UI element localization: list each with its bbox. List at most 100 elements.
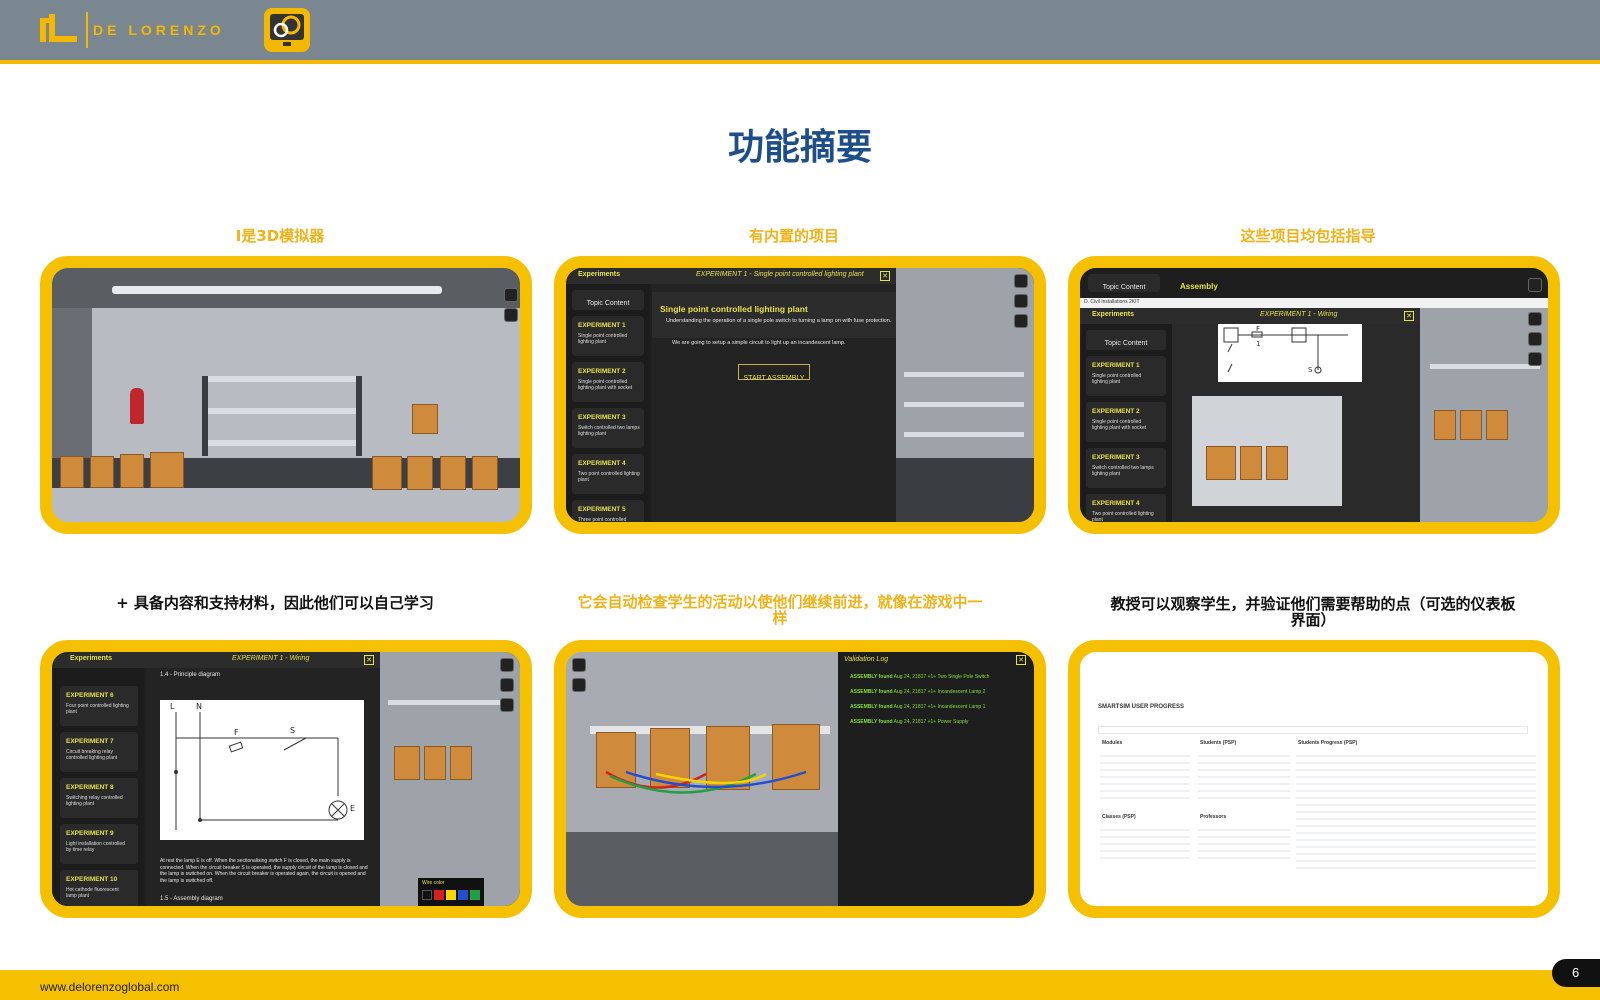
shelf-post <box>202 376 208 456</box>
experiments-back-link[interactable]: Experiments <box>1092 311 1134 318</box>
globe-icon[interactable] <box>500 658 514 672</box>
chart-icon[interactable] <box>500 678 514 692</box>
close-icon[interactable]: ✕ <box>1404 311 1414 321</box>
wire-color-green[interactable] <box>470 890 480 900</box>
ceiling-lamp <box>112 286 442 294</box>
component-module <box>1240 446 1262 480</box>
experiment-title: EXPERIMENT 7 <box>66 738 114 745</box>
sidebar-item-experiment-6[interactable]: EXPERIMENT 6 Four point controlled light… <box>60 686 138 726</box>
topic-heading: Single point controlled lighting plant <box>660 304 808 314</box>
component-module <box>407 456 433 490</box>
log-entry: ASSEMBLY found Aug 24, 21817 +1+ Two Sin… <box>850 674 989 680</box>
component-module <box>150 452 184 488</box>
experiment-title: EXPERIMENT 8 <box>66 784 114 791</box>
sidebar-item-experiment-8[interactable]: EXPERIMENT 8 Switching relay controlled … <box>60 778 138 818</box>
wire-color-red[interactable] <box>434 890 444 900</box>
window-titlebar: D. Civil Installations 2KIT <box>1080 298 1548 308</box>
help-icon[interactable] <box>500 698 514 712</box>
caption-guidance: 这些项目均包括指导 <box>1240 227 1376 245</box>
sidebar-item-experiment-2[interactable]: EXPERIMENT 2 Single point controlled lig… <box>572 362 644 402</box>
header-accent-line <box>0 60 1600 64</box>
sidebar-item-experiment-4[interactable]: EXPERIMENT 4 Two point controlled lighti… <box>572 454 644 494</box>
shelf <box>202 408 362 414</box>
diagram-label-e: E <box>350 804 356 813</box>
sidebar-item-experiment-2[interactable]: EXPERIMENT 2 Single point controlled lig… <box>1086 402 1166 442</box>
sidebar-item-experiment-9[interactable]: EXPERIMENT 9 Light installation controll… <box>60 824 138 864</box>
topic-body: We are going to setup a simple circuit t… <box>672 340 846 346</box>
experiment-desc: Circuit breaking relay controlled lighti… <box>66 749 118 761</box>
experiment-desc: Switch controlled two lamps lighting pla… <box>578 425 640 437</box>
sidebar-item-experiment-1[interactable]: EXPERIMENT 1 Single point controlled lig… <box>1086 356 1166 396</box>
close-icon[interactable]: ✕ <box>880 271 890 281</box>
students-table-title: Students (PSP) <box>1200 740 1237 746</box>
close-icon[interactable]: ✕ <box>364 655 374 665</box>
wire-color-yellow[interactable] <box>446 890 456 900</box>
assembly-3d-view <box>1192 396 1342 506</box>
experiment-desc: Three point controlled <box>578 517 627 523</box>
shelf <box>904 372 1024 377</box>
topic-content-button[interactable]: Topic Content <box>1086 330 1166 350</box>
experiment-desc: Two point controlled lighting plant <box>578 471 640 483</box>
book-icon[interactable] <box>572 678 586 692</box>
dashboard-filter-bar[interactable] <box>1098 726 1528 734</box>
cube-icon[interactable] <box>572 658 586 672</box>
experiment-title: EXPERIMENT 2 <box>578 368 626 375</box>
topic-content-button[interactable]: Topic Content <box>572 290 644 310</box>
component-module <box>372 456 402 490</box>
caption-builtin-projects: 有内置的项目 <box>748 227 839 245</box>
log-entry-date: Aug 24, 21817 <box>893 704 927 710</box>
progress-table <box>1296 750 1536 870</box>
wire-color-black[interactable] <box>422 890 432 900</box>
smartsim-gear-icon <box>264 8 310 52</box>
chart-icon[interactable] <box>1528 278 1542 292</box>
progress-table-title: Students Progress (PSP) <box>1298 740 1358 746</box>
experiment-title: EXPERIMENT 1 <box>1092 362 1140 369</box>
sidebar-item-experiment-4[interactable]: EXPERIMENT 4 Two point controlled lighti… <box>1086 494 1166 522</box>
help-icon[interactable] <box>1528 352 1542 366</box>
chart-icon[interactable] <box>504 308 518 322</box>
wiring-diagram: F 1 S <box>1218 324 1362 382</box>
logo-separator <box>86 12 88 48</box>
component-module <box>412 404 438 434</box>
start-assembly-button[interactable]: START ASSEMBLY <box>738 364 810 382</box>
topic-content-area: Single point controlled lighting plant U… <box>652 284 896 522</box>
wire-color-picker: Wire color <box>418 878 484 906</box>
sidebar-item-experiment-5[interactable]: EXPERIMENT 5 Three point controlled <box>572 500 644 523</box>
component-module <box>394 746 420 780</box>
sidebar-item-experiment-10[interactable]: EXPERIMENT 10 Hot cathode fluorescent la… <box>60 870 138 906</box>
experiments-back-link[interactable]: Experiments <box>578 271 620 278</box>
sidebar-item-experiment-3[interactable]: EXPERIMENT 3 Switch controlled two lamps… <box>572 408 644 448</box>
caption-self-study: + 具备内容和支持材料，因此他们可以自己学习 <box>116 594 434 612</box>
experiments-back-link[interactable]: Experiments <box>70 655 112 662</box>
panel-topbar: Experiments EXPERIMENT 1 - Wiring ✕ <box>1080 308 1420 324</box>
shelf <box>388 700 512 705</box>
footer-website-link[interactable]: www.delorenzoglobal.com <box>40 980 179 994</box>
section-assembly-diagram: 1.5 - Assembly diagram <box>160 896 223 902</box>
experiment-sidebar: Topic Content EXPERIMENT 1 Single point … <box>1080 324 1172 522</box>
chart-icon[interactable] <box>1014 294 1028 308</box>
log-entry-date: Aug 24, 21817 <box>893 674 927 680</box>
page-title: 功能摘要 <box>727 127 872 168</box>
principle-content: 1.4 - Principle diagram L N F S E At res… <box>146 668 380 906</box>
globe-icon[interactable] <box>504 288 518 302</box>
workbench <box>566 832 838 906</box>
component-module <box>1266 446 1288 480</box>
component-module <box>60 456 84 488</box>
wire-color-blue[interactable] <box>458 890 468 900</box>
chart-icon[interactable] <box>1528 332 1542 346</box>
shelf <box>202 376 362 382</box>
de-lorenzo-logo-icon <box>40 14 77 42</box>
experiment-title: EXPERIMENT 1 - Single point controlled l… <box>696 271 864 278</box>
globe-icon[interactable] <box>1528 312 1542 326</box>
close-icon[interactable]: ✕ <box>1016 655 1026 665</box>
help-icon[interactable] <box>1014 314 1028 328</box>
topic-content-label: Topic Content <box>1102 284 1146 291</box>
wiring-content: F 1 S <box>1172 324 1420 522</box>
globe-icon[interactable] <box>1014 274 1028 288</box>
sidebar-item-experiment-1[interactable]: EXPERIMENT 1 Single point controlled lig… <box>572 316 644 356</box>
sidebar-item-experiment-3[interactable]: EXPERIMENT 3 Switch controlled two lamps… <box>1086 448 1166 488</box>
caption-3d-simulator: I是3D模拟器 <box>235 227 325 245</box>
topic-content-button[interactable]: Topic Content <box>1088 274 1160 292</box>
log-entry-text: +1+ Power Supply <box>927 719 969 725</box>
sidebar-item-experiment-7[interactable]: EXPERIMENT 7 Circuit breaking relay cont… <box>60 732 138 772</box>
